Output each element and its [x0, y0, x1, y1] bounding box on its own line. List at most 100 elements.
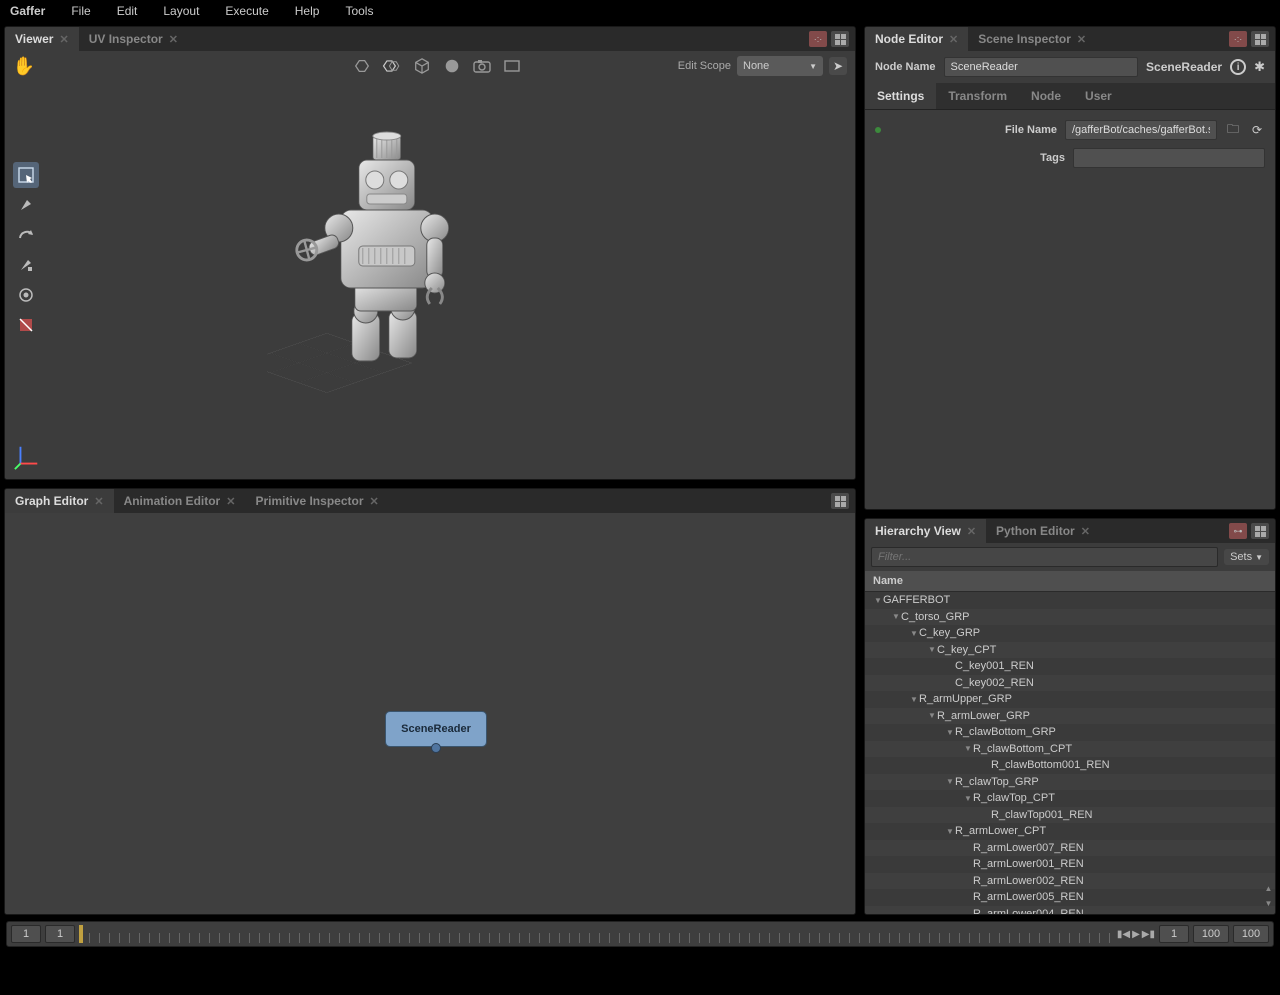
gear-icon[interactable]: ✱	[1254, 59, 1265, 75]
tab-animation-editor[interactable]: Animation Editor✕	[114, 489, 246, 513]
column-header-name[interactable]: Name	[865, 571, 1275, 592]
layout-grid-icon[interactable]	[831, 31, 849, 47]
tab-viewer[interactable]: Viewer✕	[5, 27, 79, 51]
tree-row[interactable]: ▼C_key_GRP	[865, 625, 1275, 642]
expand-icon[interactable]	[351, 55, 373, 77]
tree-row[interactable]: C_key001_REN	[865, 658, 1275, 675]
edit-scope-select[interactable]: None▼	[737, 56, 823, 76]
chevron-down-icon[interactable]: ▼	[927, 645, 937, 654]
layout-grid-icon[interactable]	[1251, 31, 1269, 47]
tab-python-editor[interactable]: Python Editor✕	[986, 519, 1100, 543]
close-icon[interactable]: ✕	[1077, 33, 1086, 46]
graph-node-scenereader[interactable]: SceneReader	[385, 711, 487, 747]
tree-row[interactable]: R_armLower004_REN	[865, 906, 1275, 915]
tab-hierarchy-view[interactable]: Hierarchy View✕	[865, 519, 986, 543]
menu-file[interactable]: File	[71, 4, 90, 18]
close-icon[interactable]: ✕	[169, 33, 178, 46]
chevron-down-icon[interactable]: ▼	[909, 629, 919, 638]
tab-uv-inspector[interactable]: UV Inspector✕	[79, 27, 188, 51]
camera-icon[interactable]	[471, 55, 493, 77]
tree-row[interactable]: ▼R_clawBottom_CPT	[865, 741, 1275, 758]
tree-row[interactable]: ▼R_clawBottom_GRP	[865, 724, 1275, 741]
tree-row[interactable]: ▼C_torso_GRP	[865, 609, 1275, 626]
tree-row[interactable]: R_clawTop001_REN	[865, 807, 1275, 824]
menu-layout[interactable]: Layout	[163, 4, 199, 18]
chevron-down-icon[interactable]: ▼	[945, 777, 955, 786]
tree-row[interactable]: R_armLower007_REN	[865, 840, 1275, 857]
menu-execute[interactable]: Execute	[225, 4, 268, 18]
subtab-node[interactable]: Node	[1019, 83, 1073, 109]
close-icon[interactable]: ✕	[59, 33, 68, 46]
tree-row[interactable]: ▼R_armLower_GRP	[865, 708, 1275, 725]
file-name-input[interactable]	[1065, 120, 1217, 140]
tree-row[interactable]: R_clawBottom001_REN	[865, 757, 1275, 774]
bookmark-icon[interactable]: ·:·	[809, 31, 827, 47]
folder-icon[interactable]: 🗀	[1225, 122, 1241, 138]
cube-icon[interactable]	[411, 55, 433, 77]
scale-tool-icon[interactable]	[13, 252, 39, 278]
subtab-settings[interactable]: Settings	[865, 83, 936, 109]
close-icon[interactable]: ✕	[967, 525, 976, 538]
timeline-track[interactable]	[79, 925, 1113, 943]
tree-row[interactable]: C_key002_REN	[865, 675, 1275, 692]
timeline-playhead[interactable]	[79, 925, 83, 943]
hierarchy-tree[interactable]: ▲ ▼ ▼GAFFERBOT▼C_torso_GRP▼C_key_GRP▼C_k…	[865, 592, 1275, 914]
translate-tool-icon[interactable]	[13, 192, 39, 218]
tab-primitive-inspector[interactable]: Primitive Inspector✕	[245, 489, 388, 513]
tree-row[interactable]: R_armLower002_REN	[865, 873, 1275, 890]
timeline-frame-input[interactable]	[1159, 925, 1189, 943]
select-tool-icon[interactable]	[13, 162, 39, 188]
chevron-down-icon[interactable]: ▼	[891, 612, 901, 621]
hand-icon[interactable]: ✋	[13, 55, 35, 77]
close-icon[interactable]: ✕	[226, 495, 235, 508]
reload-icon[interactable]: ⟳	[1249, 122, 1265, 138]
chevron-down-icon[interactable]: ▼	[945, 827, 955, 836]
tree-row[interactable]: R_armLower001_REN	[865, 856, 1275, 873]
layout-grid-icon[interactable]	[1251, 523, 1269, 539]
tab-scene-inspector[interactable]: Scene Inspector✕	[968, 27, 1096, 51]
sphere-icon[interactable]	[441, 55, 463, 77]
menu-tools[interactable]: Tools	[345, 4, 373, 18]
menu-help[interactable]: Help	[295, 4, 320, 18]
scroll-down-icon[interactable]: ▼	[1265, 899, 1273, 908]
camera-tool-icon[interactable]	[13, 282, 39, 308]
crop-tool-icon[interactable]	[13, 312, 39, 338]
node-name-input[interactable]	[944, 57, 1139, 77]
tab-graph-editor[interactable]: Graph Editor✕	[5, 489, 114, 513]
play-icon[interactable]: ▶	[1132, 929, 1140, 940]
timeline-start-input[interactable]	[11, 925, 41, 943]
tree-row[interactable]: ▼R_armUpper_GRP	[865, 691, 1275, 708]
close-icon[interactable]: ✕	[94, 495, 103, 508]
timeline-range-start-input[interactable]	[1193, 925, 1229, 943]
chevron-down-icon[interactable]: ▼	[873, 596, 883, 605]
graph-canvas[interactable]: SceneReader	[5, 513, 855, 914]
chevron-down-icon[interactable]: ▼	[927, 711, 937, 720]
chevron-down-icon[interactable]: ▼	[945, 728, 955, 737]
close-icon[interactable]: ✕	[1081, 525, 1090, 538]
layout-grid-icon[interactable]	[831, 493, 849, 509]
info-icon[interactable]: i	[1230, 59, 1246, 75]
rotate-tool-icon[interactable]	[13, 222, 39, 248]
tree-row[interactable]: ▼C_key_CPT	[865, 642, 1275, 659]
tab-node-editor[interactable]: Node Editor✕	[865, 27, 968, 51]
play-end-icon[interactable]: ▶▮	[1142, 929, 1155, 940]
viewer-viewport[interactable]	[5, 81, 855, 479]
play-start-icon[interactable]: ▮◀	[1117, 929, 1130, 940]
tags-input[interactable]	[1073, 148, 1265, 168]
tree-row[interactable]: R_armLower005_REN	[865, 889, 1275, 906]
timeline-range-end-input[interactable]	[1233, 925, 1269, 943]
node-output-port[interactable]	[431, 743, 441, 753]
subtab-transform[interactable]: Transform	[936, 83, 1019, 109]
tree-row[interactable]: ▼R_armLower_CPT	[865, 823, 1275, 840]
chevron-down-icon[interactable]: ▼	[963, 794, 973, 803]
tree-row[interactable]: ▼GAFFERBOT	[865, 592, 1275, 609]
timeline-current-input[interactable]	[45, 925, 75, 943]
menu-edit[interactable]: Edit	[117, 4, 138, 18]
filter-input[interactable]	[871, 547, 1218, 567]
tree-row[interactable]: ▼R_clawTop_GRP	[865, 774, 1275, 791]
bookmark-icon[interactable]: ⊶	[1229, 523, 1247, 539]
sets-dropdown[interactable]: Sets▼	[1224, 549, 1269, 565]
expand-all-icon[interactable]	[381, 55, 403, 77]
tree-row[interactable]: ▼R_clawTop_CPT	[865, 790, 1275, 807]
subtab-user[interactable]: User	[1073, 83, 1124, 109]
